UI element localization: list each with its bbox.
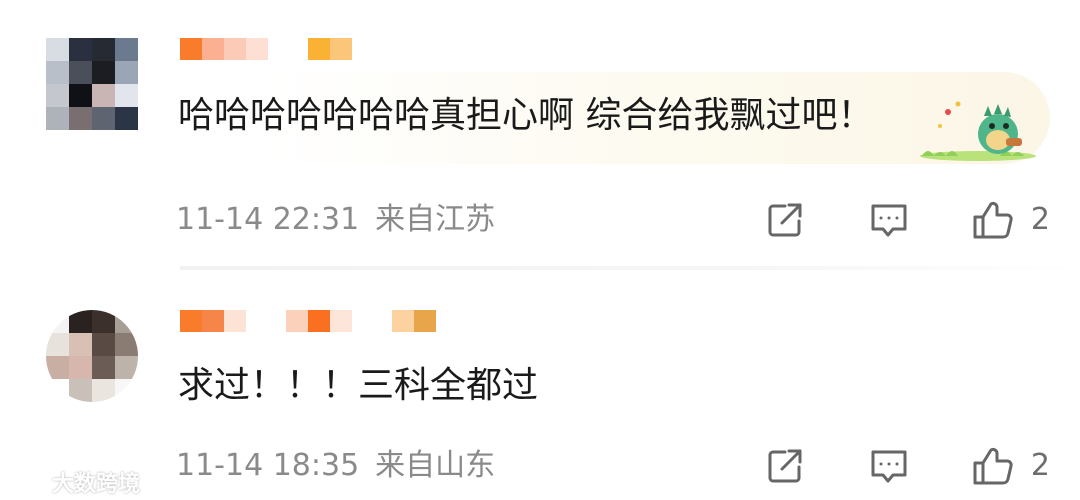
like-control: 2 <box>969 444 1050 488</box>
mosaic-cell <box>115 333 138 356</box>
mosaic-cell <box>46 84 69 107</box>
dinosaur-mascot-icon <box>920 101 1036 161</box>
comment-time: 11-14 18:35 <box>176 448 360 483</box>
mosaic-cell <box>92 356 115 379</box>
mosaic-cell <box>92 61 115 84</box>
mosaic-cell <box>69 38 92 61</box>
comment-divider <box>180 266 1080 270</box>
like-button[interactable] <box>969 444 1017 488</box>
username-pixel <box>330 310 352 332</box>
share-icon <box>768 449 802 483</box>
username-gap <box>268 38 308 60</box>
comment-text: 哈哈哈哈哈哈哈真担心啊 综合给我飘过吧！ <box>178 95 874 136</box>
username-redacted[interactable] <box>180 38 352 60</box>
username-pixel <box>224 310 246 332</box>
mosaic-cell <box>69 310 92 333</box>
watermark-logo-icon <box>12 473 48 491</box>
avatar-mosaic <box>46 310 138 402</box>
username-pixel <box>224 38 246 60</box>
comment-button[interactable] <box>865 444 913 488</box>
like-count: 2 <box>1030 202 1050 237</box>
username-pixel <box>308 310 330 332</box>
username-pixel <box>414 310 436 332</box>
like-button[interactable] <box>969 198 1017 242</box>
mosaic-cell <box>115 310 138 333</box>
comment-location: 来自江苏 <box>375 202 496 237</box>
mosaic-cell <box>46 61 69 84</box>
mosaic-cell <box>46 107 69 130</box>
comment-button[interactable] <box>865 198 913 242</box>
mosaic-cell <box>92 84 115 107</box>
username-gap <box>352 310 392 332</box>
mosaic-cell <box>69 379 92 402</box>
mosaic-cell <box>69 333 92 356</box>
mosaic-cell <box>92 38 115 61</box>
mosaic-cell <box>115 356 138 379</box>
watermark-text: 大数跨境 <box>52 472 141 497</box>
comment-icon <box>871 450 907 483</box>
comment-actions: 2 <box>705 198 1050 242</box>
username-pixel <box>202 38 224 60</box>
username-gap <box>246 310 286 332</box>
comment-text: 求过！！！三科全都过 <box>178 365 539 406</box>
mosaic-cell <box>92 107 115 130</box>
comment-time: 11-14 22:31 <box>176 202 360 237</box>
mosaic-cell <box>46 356 69 379</box>
mosaic-cell <box>46 310 69 333</box>
share-icon <box>768 203 802 237</box>
username-pixel <box>202 310 224 332</box>
mosaic-cell <box>46 333 69 356</box>
share-button[interactable] <box>761 198 809 242</box>
like-control: 2 <box>969 198 1050 242</box>
comment-actions: 2 <box>705 444 1050 488</box>
mosaic-cell <box>46 38 69 61</box>
mosaic-cell <box>115 61 138 84</box>
comment-icon <box>871 204 907 237</box>
username-pixel <box>286 310 308 332</box>
comment-item: 求过！！！三科全都过 11-14 18:35 来自山东 2 <box>0 300 1080 500</box>
mosaic-cell <box>115 84 138 107</box>
comment-location: 来自山东 <box>375 448 496 483</box>
mosaic-cell <box>69 84 92 107</box>
like-icon <box>973 447 1013 485</box>
username-pixel <box>180 38 202 60</box>
username-redacted[interactable] <box>180 310 436 332</box>
mosaic-cell <box>69 61 92 84</box>
mosaic-cell <box>115 107 138 130</box>
username-pixel <box>308 38 330 60</box>
mosaic-cell <box>69 356 92 379</box>
username-pixel <box>180 310 202 332</box>
mosaic-cell <box>92 333 115 356</box>
mosaic-cell <box>92 310 115 333</box>
watermark: 大数跨境 <box>8 466 140 498</box>
mosaic-cell <box>92 379 115 402</box>
mosaic-cell <box>115 379 138 402</box>
like-icon <box>973 201 1013 239</box>
avatar-mosaic <box>46 38 138 130</box>
mosaic-cell <box>46 379 69 402</box>
comment-meta: 11-14 22:31 来自江苏 <box>176 202 495 238</box>
username-pixel <box>330 38 352 60</box>
avatar[interactable] <box>46 310 138 402</box>
username-pixel <box>392 310 414 332</box>
like-count: 2 <box>1030 448 1050 483</box>
comment-meta: 11-14 18:35 来自山东 <box>176 448 495 484</box>
mosaic-cell <box>69 107 92 130</box>
share-button[interactable] <box>761 444 809 488</box>
comment-item: 哈哈哈哈哈哈哈真担心啊 综合给我飘过吧！ 11-14 22:31 来自江苏 2 <box>0 30 1080 250</box>
mosaic-cell <box>115 38 138 61</box>
avatar[interactable] <box>46 38 138 130</box>
username-pixel <box>246 38 268 60</box>
